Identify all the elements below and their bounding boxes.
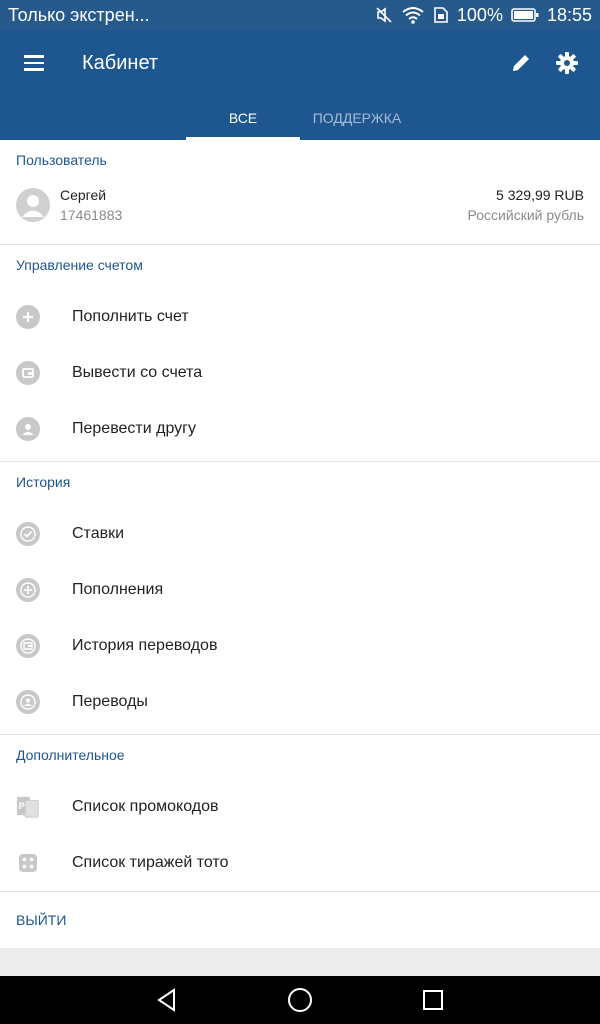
mute-icon: [375, 6, 393, 24]
menu-icon[interactable]: [24, 51, 48, 75]
menu-item-label: Перевести другу: [72, 420, 197, 437]
user-id: 17461883: [60, 207, 123, 223]
check-history-icon: [16, 522, 40, 546]
menu-item-toto-draws[interactable]: Список тиражей тото: [0, 835, 600, 891]
app-bar: Кабинет ВСЕ ПОДДЕРЖКА: [0, 30, 600, 140]
back-button[interactable]: [147, 980, 187, 1020]
tab-bar: ВСЕ ПОДДЕРЖКА: [0, 96, 600, 140]
section-header-history: История: [16, 474, 71, 490]
clock: 18:55: [546, 4, 592, 25]
menu-item-label: Ставки: [72, 525, 125, 542]
dice-icon: [16, 851, 40, 875]
status-bar: Только экстрен... 100% 18:55: [0, 0, 600, 30]
wifi-icon: [401, 6, 425, 24]
battery-percent: 100%: [456, 4, 503, 25]
svg-text:P: P: [19, 801, 25, 811]
menu-item-promocodes[interactable]: P Список промокодов: [0, 779, 600, 835]
home-circle-icon: [287, 988, 312, 1012]
edit-button[interactable]: [502, 44, 540, 82]
section-header-extra: Дополнительное: [16, 747, 125, 763]
cabinet-content: Пользователь Сергей 17461883 5 329,99 RU…: [0, 140, 600, 948]
balance-amount: 5 329,99 RUB: [496, 187, 584, 203]
wallet-history-icon: [16, 634, 40, 658]
menu-item-deposit[interactable]: Пополнить счет: [0, 289, 600, 345]
tab-support[interactable]: ПОДДЕРЖКА: [300, 96, 414, 140]
avatar: [16, 188, 50, 222]
page-title: Кабинет: [82, 51, 159, 74]
promo-icon: P: [16, 795, 40, 819]
menu-item-label: Пополнения: [72, 581, 164, 598]
person-history-icon: [16, 690, 40, 714]
menu-item-transfer-friend[interactable]: Перевести другу: [0, 401, 600, 457]
recents-button[interactable]: [413, 980, 453, 1020]
plus-history-icon: [16, 578, 40, 602]
menu-item-bets[interactable]: Ставки: [0, 506, 600, 562]
home-button[interactable]: [280, 980, 320, 1020]
person-icon: [16, 417, 40, 441]
status-notice: Только экстрен...: [8, 4, 150, 25]
logout-button[interactable]: ВЫЙТИ: [0, 892, 600, 948]
user-card[interactable]: Сергей 17461883 5 329,99 RUB Российский …: [0, 180, 600, 230]
system-nav-bar: [0, 976, 600, 1024]
menu-item-label: Вывести со счета: [72, 364, 203, 381]
menu-item-transfers[interactable]: Переводы: [0, 674, 600, 730]
settings-button[interactable]: [548, 44, 586, 82]
menu-item-label: Переводы: [72, 693, 148, 710]
pencil-icon: [513, 55, 529, 71]
menu-item-label: История переводов: [72, 637, 218, 654]
menu-item-label: Список тиражей тото: [72, 854, 229, 871]
sim-icon: [433, 6, 449, 24]
menu-item-transfer-history[interactable]: История переводов: [0, 618, 600, 674]
recents-square-icon: [423, 990, 444, 1010]
menu-item-label: Пополнить счет: [72, 308, 189, 325]
user-name: Сергей: [60, 187, 107, 203]
wallet-icon: [16, 361, 40, 385]
battery-icon: [511, 7, 539, 23]
section-header-account: Управление счетом: [16, 257, 143, 273]
tab-all[interactable]: ВСЕ: [186, 96, 300, 140]
menu-item-withdraw[interactable]: Вывести со счета: [0, 345, 600, 401]
menu-item-label: Список промокодов: [72, 798, 219, 815]
section-header-user: Пользователь: [16, 152, 107, 168]
back-triangle-icon: [156, 988, 175, 1012]
menu-item-deposits-history[interactable]: Пополнения: [0, 562, 600, 618]
balance-currency: Российский рубль: [467, 207, 584, 223]
gear-icon: [556, 52, 578, 74]
plus-circle-icon: [16, 305, 40, 329]
